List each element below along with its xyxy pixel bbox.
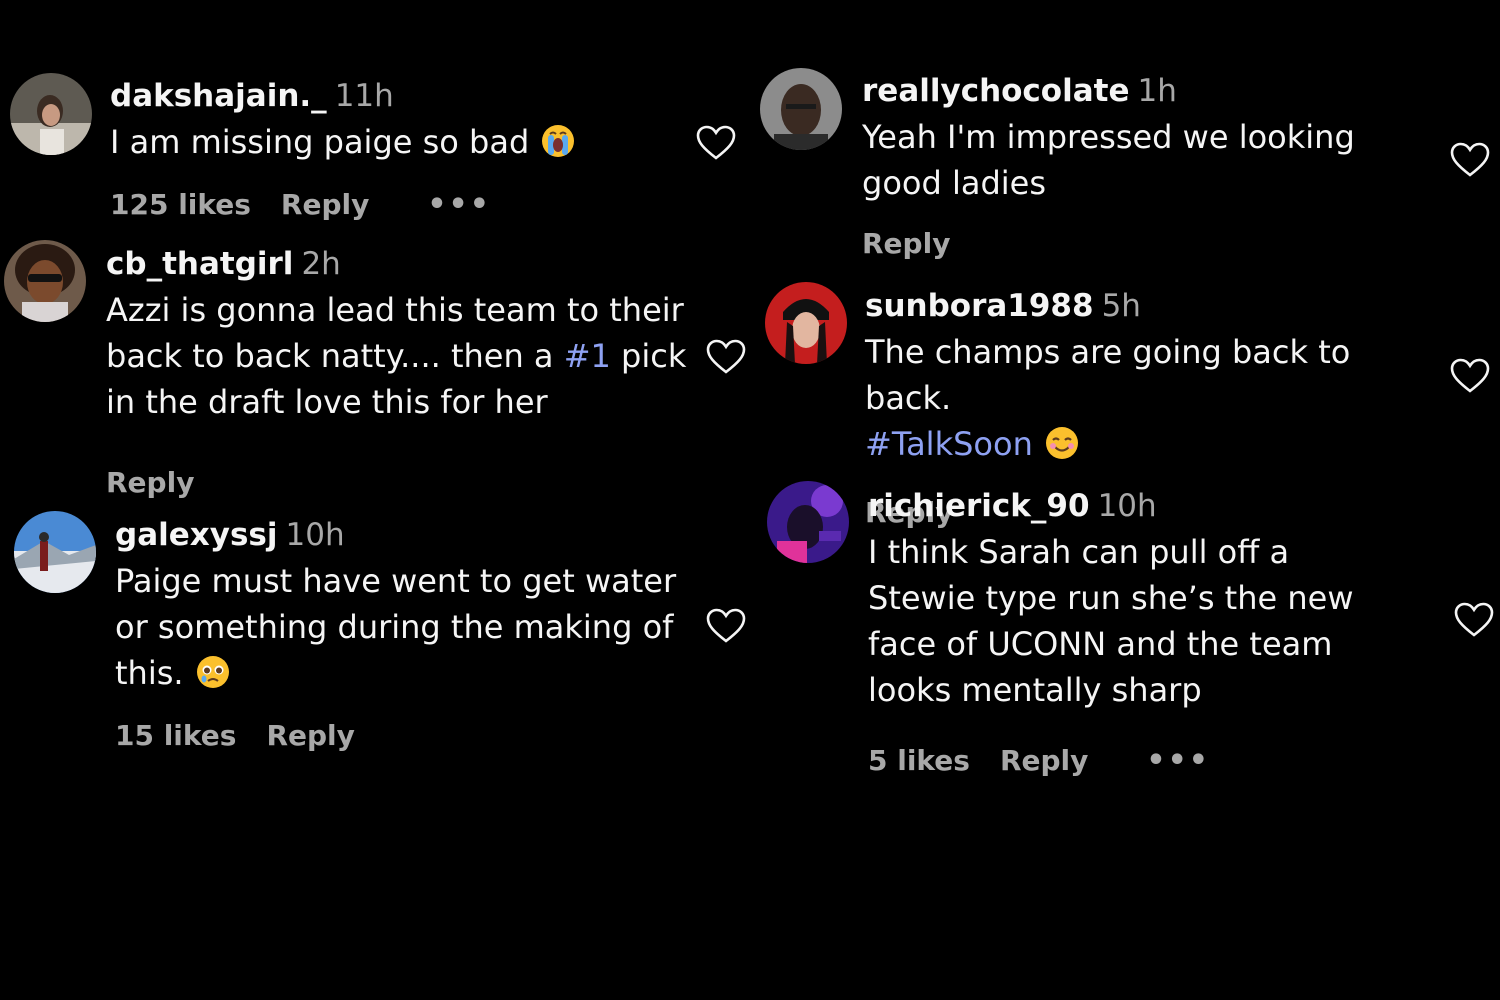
avatar[interactable] bbox=[14, 511, 96, 593]
username[interactable]: richierick_90 bbox=[868, 488, 1090, 524]
comment-text: Yeah I'm impressed we looking good ladie… bbox=[862, 118, 1355, 202]
username[interactable]: galexyssj bbox=[115, 517, 278, 553]
likes-count[interactable]: 125 likes bbox=[110, 188, 251, 222]
like-heart-icon[interactable] bbox=[706, 339, 746, 375]
hashtag-link[interactable]: #1 bbox=[564, 337, 611, 375]
likes-count[interactable]: 15 likes bbox=[115, 719, 236, 753]
like-heart-icon[interactable] bbox=[1450, 358, 1490, 394]
reply-button[interactable]: Reply bbox=[106, 466, 194, 500]
timestamp: 11h bbox=[334, 78, 394, 114]
like-heart-icon[interactable] bbox=[1454, 602, 1494, 638]
avatar[interactable] bbox=[765, 282, 847, 364]
reply-button[interactable]: Reply bbox=[266, 719, 354, 753]
loudly-crying-face-icon bbox=[541, 124, 575, 158]
timestamp: 1h bbox=[1137, 73, 1177, 109]
username[interactable]: reallychocolate bbox=[862, 73, 1130, 109]
comment-text: The champs are going back to back. #Talk… bbox=[865, 333, 1351, 463]
reply-button[interactable]: Reply bbox=[281, 188, 369, 222]
timestamp: 10h bbox=[1097, 488, 1157, 524]
more-options-icon[interactable]: ••• bbox=[1146, 744, 1210, 778]
like-heart-icon[interactable] bbox=[1450, 142, 1490, 178]
username[interactable]: sunbora1988 bbox=[865, 288, 1094, 324]
reply-button[interactable]: Reply bbox=[1000, 744, 1088, 778]
like-heart-icon[interactable] bbox=[696, 125, 736, 161]
avatar[interactable] bbox=[4, 240, 86, 322]
avatar[interactable] bbox=[760, 68, 842, 150]
username[interactable]: cb_thatgirl bbox=[106, 246, 293, 282]
more-options-icon[interactable]: ••• bbox=[427, 188, 491, 222]
hashtag-link[interactable]: #TalkSoon bbox=[865, 425, 1033, 463]
comment-text: Paige must have went to get water or som… bbox=[115, 562, 677, 692]
username[interactable]: dakshajain._ bbox=[110, 78, 327, 114]
smiling-face-icon bbox=[1045, 426, 1079, 460]
like-heart-icon[interactable] bbox=[706, 608, 746, 644]
comment-text: I think Sarah can pull off a Stewie type… bbox=[868, 533, 1354, 709]
likes-count[interactable]: 5 likes bbox=[868, 744, 970, 778]
reply-button[interactable]: Reply bbox=[862, 227, 950, 261]
timestamp: 5h bbox=[1101, 288, 1141, 324]
comment-text: I am missing paige so bad bbox=[110, 119, 690, 165]
comment-text: Azzi is gonna lead this team to their ba… bbox=[106, 291, 687, 421]
timestamp: 2h bbox=[301, 246, 341, 282]
timestamp: 10h bbox=[285, 517, 345, 553]
avatar[interactable] bbox=[767, 481, 849, 563]
avatar[interactable] bbox=[10, 73, 92, 155]
pleading-face-icon bbox=[196, 655, 230, 689]
